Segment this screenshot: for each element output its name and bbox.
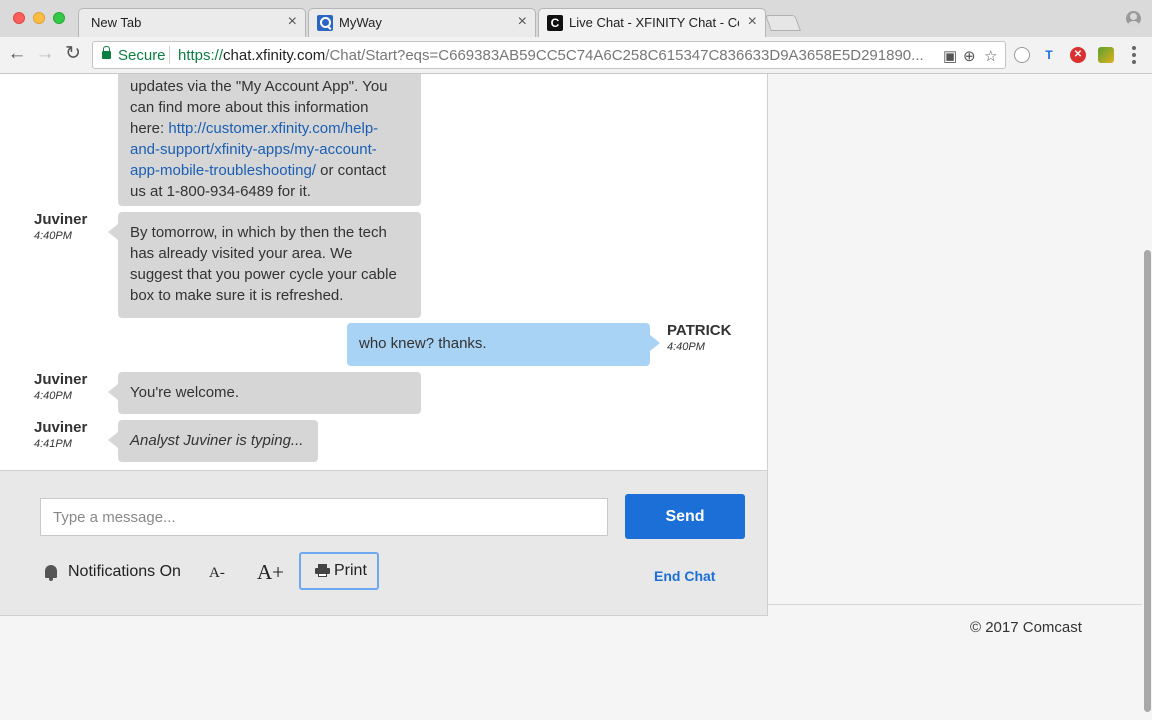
sender-name: Juviner [34,371,88,388]
url-text[interactable]: https://chat.xfinity.com/Chat/Start?eqs=… [178,47,938,64]
message-timestamp: 4:40PM [667,341,705,353]
page-content: updates via the "My Account App". You ca… [0,74,1152,720]
end-chat-link[interactable]: End Chat [654,568,715,584]
bell-icon [43,564,59,582]
font-decrease-button[interactable]: A- [209,565,225,582]
zoom-icon[interactable]: ⊕ [963,47,976,65]
tab-new-tab[interactable]: New Tab × [78,8,306,37]
new-tab-button[interactable] [765,15,801,31]
url-separator [169,46,170,64]
agent-message-bubble: You're welcome. [108,372,421,414]
message-text: updates via the "My Account App". You [130,78,388,95]
url-path: /Chat/Start?eqs=C669383AB59CC5C74A6C258C… [325,47,924,64]
message-text: or contact [315,162,386,179]
sender-name: Juviner [34,419,88,436]
myway-favicon-icon [317,15,333,31]
message-timestamp: 4:40PM [34,390,72,402]
notifications-label: Notifications On [68,563,181,580]
bookmark-star-icon[interactable]: ☆ [984,47,997,65]
browser-menu-icon[interactable] [1132,46,1136,64]
window-minimize-button[interactable] [33,12,45,24]
print-button[interactable]: Print [299,552,379,590]
lock-icon [102,46,111,59]
message-text: who knew? thanks. [359,335,487,352]
address-bar[interactable]: Secure https://chat.xfinity.com/Chat/Sta… [92,41,1006,69]
sender-name: PATRICK [667,322,732,339]
window-maximize-button[interactable] [53,12,65,24]
footer-copyright: © 2017 Comcast [970,619,1082,636]
help-link[interactable]: and-support/xfinity-apps/my-account- [130,141,377,158]
message-text: here: [130,120,169,137]
browser-tabstrip: New Tab × MyWay × C Live Chat - XFINITY … [0,0,1152,38]
help-link[interactable]: http://customer.xfinity.com/help- [168,120,378,137]
agent-message-bubble: updates via the "My Account App". You ca… [118,74,421,206]
tab-myway[interactable]: MyWay × [308,8,536,37]
sender-name: Juviner [34,211,88,228]
tab-close-icon[interactable]: × [518,13,527,31]
extension-block-icon[interactable]: ✕ [1070,47,1086,63]
comcast-favicon-icon: C [547,15,563,31]
help-link[interactable]: app-mobile-troubleshooting/ [130,162,316,179]
extension-colored-icon[interactable] [1098,47,1114,63]
typing-indicator-text: Analyst Juviner is typing... [130,432,304,449]
user-message-bubble: who knew? thanks. [347,323,660,366]
tab-close-icon[interactable]: × [288,13,297,31]
page-action-icon[interactable]: ▣ [943,47,957,65]
tab-title: MyWay [339,15,382,30]
reload-icon[interactable]: ↻ [60,43,86,67]
forward-arrow-icon[interactable]: → [32,43,58,67]
message-timestamp: 4:40PM [34,230,72,242]
chat-panel: updates via the "My Account App". You ca… [0,74,768,616]
message-text: By tomorrow, in which by then the tech h… [130,224,397,304]
scrollbar-thumb[interactable] [1144,250,1151,712]
font-increase-button[interactable]: A+ [257,560,284,585]
secure-label: Secure [118,47,166,64]
browser-toolbar: ← → ↻ Secure https://chat.xfinity.com/Ch… [0,37,1152,74]
back-arrow-icon[interactable]: ← [4,43,30,67]
tab-close-icon[interactable]: × [748,13,757,31]
tab-title: Live Chat - XFINITY Chat - Co [569,15,739,30]
print-label: Print [334,562,367,579]
typing-indicator-bubble: Analyst Juviner is typing... [108,420,318,462]
message-text: can find more about this information [130,99,369,116]
footer-divider [768,604,1152,605]
window-close-button[interactable] [13,12,25,24]
extension-circle-icon[interactable] [1014,47,1030,63]
page-scrollbar[interactable] [1142,74,1152,720]
url-protocol: https:// [178,47,224,64]
message-timestamp: 4:41PM [34,438,72,450]
tab-live-chat[interactable]: C Live Chat - XFINITY Chat - Co × [538,8,766,38]
tab-title: New Tab [91,15,142,30]
send-button[interactable]: Send [625,494,745,539]
printer-icon [315,564,330,577]
url-host: chat.xfinity.com [223,47,326,64]
message-text: us at 1-800-934-6489 for it. [130,183,311,200]
profile-icon[interactable] [1126,11,1141,26]
message-input[interactable] [40,498,608,536]
agent-message-bubble: By tomorrow, in which by then the tech h… [108,212,421,318]
message-text: You're welcome. [130,384,240,401]
chat-composer: Send Notifications On A- A+ Print End Ch… [0,470,767,615]
extension-t-icon[interactable]: T [1041,47,1057,63]
